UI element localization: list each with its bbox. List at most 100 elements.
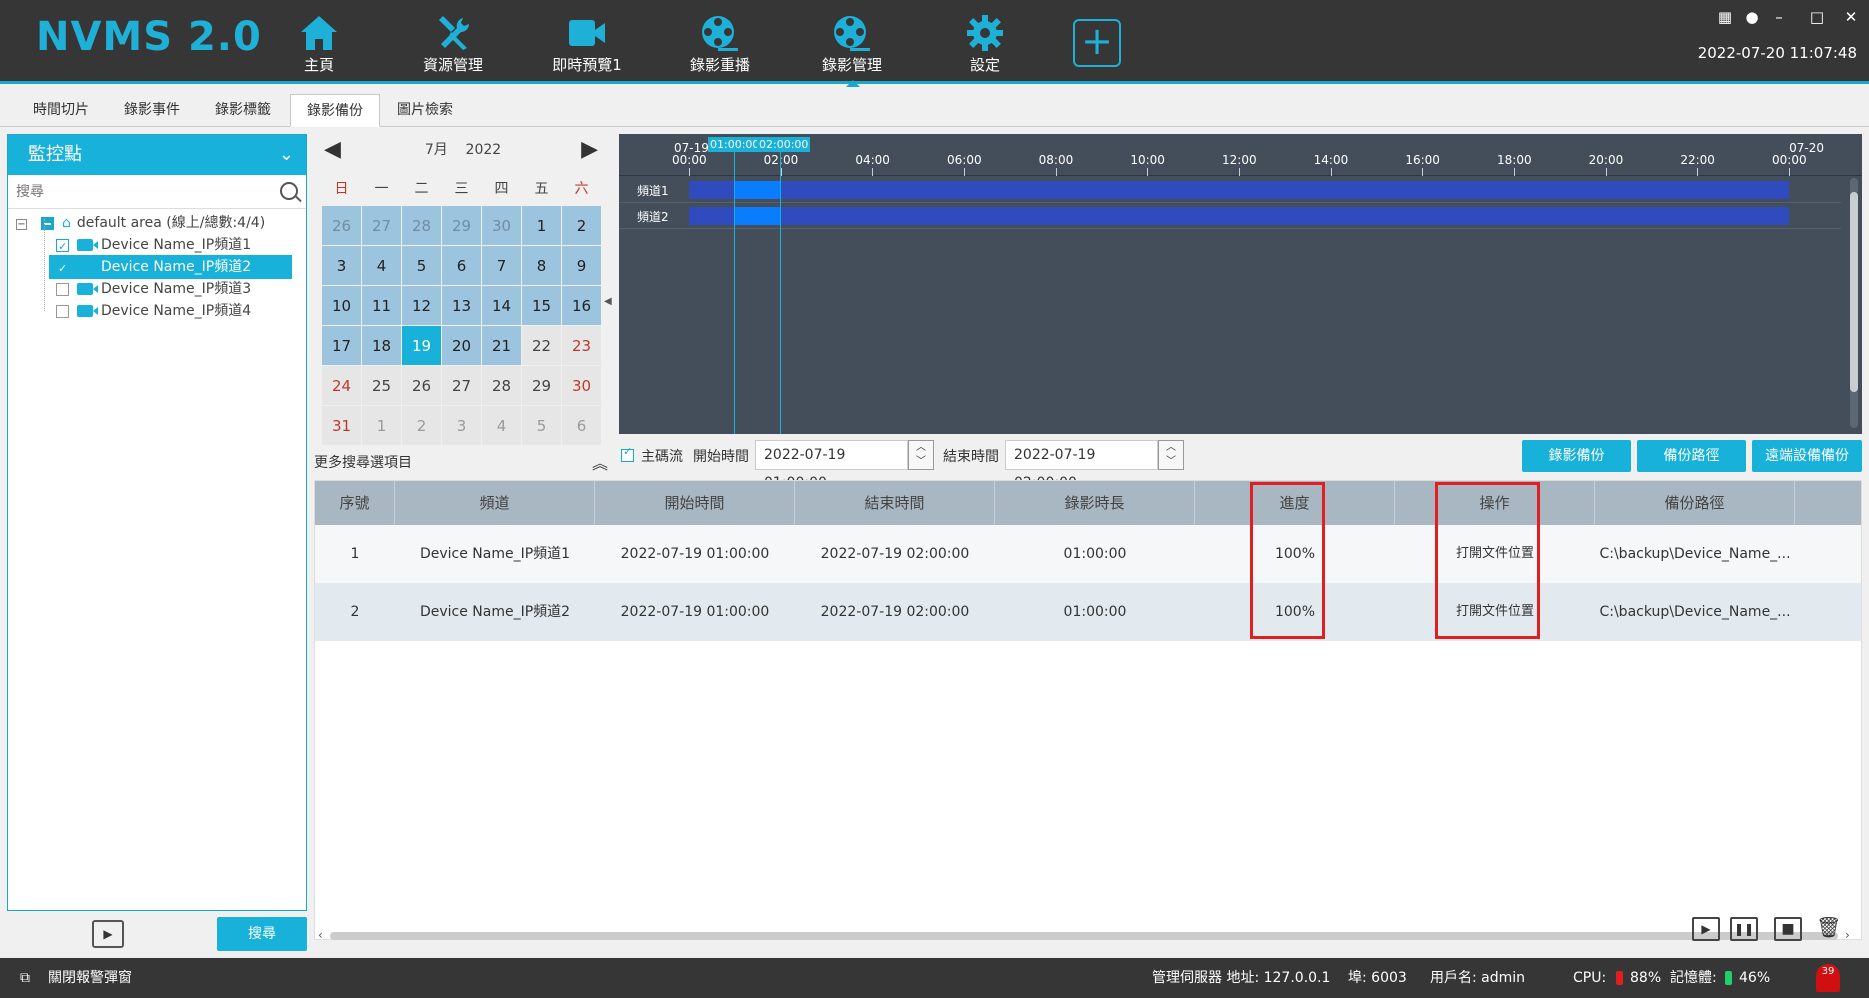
scroll-right-icon[interactable]: › [1845,928,1850,942]
calendar-day[interactable]: 8 [522,246,562,286]
nav-home[interactable]: 主頁 [254,10,384,76]
calendar-day[interactable]: 1 [362,406,402,446]
calendar-day[interactable]: 17 [322,326,362,366]
calendar-day[interactable]: 19 [402,326,442,366]
device-checkbox-4[interactable] [56,304,69,318]
calendar-day[interactable]: 24 [322,366,362,406]
calendar-day[interactable]: 16 [562,286,602,326]
tab-record-event[interactable]: 錄影事件 [108,94,196,127]
calendar-day[interactable]: 4 [362,246,402,286]
backup-path-button[interactable]: 備份路徑 [1637,440,1746,472]
timeline-row-1[interactable]: 頻道1 [619,178,1841,203]
calendar-day[interactable]: 30 [562,366,602,406]
calendar-day[interactable]: 25 [362,366,402,406]
nav-record-mgmt[interactable]: 錄影管理 [787,10,917,89]
calendar-day[interactable]: 12 [402,286,442,326]
tab-image-search[interactable]: 圖片檢索 [381,94,469,127]
col-header-index[interactable]: 序號 [315,481,395,525]
search-button[interactable]: 搜尋 [217,917,307,951]
calendar-day[interactable]: 2 [562,206,602,246]
calendar-day[interactable]: 6 [562,406,602,446]
chevron-down-icon[interactable]: ﹀ [909,455,933,469]
chevron-up-icon[interactable]: ︿ [909,441,933,455]
grid-layout-icon[interactable]: ▦ [1714,8,1736,26]
chevron-up-icon[interactable]: ︿ [1159,441,1183,455]
playback-window-icon[interactable]: ▶ [92,920,124,948]
record-backup-button[interactable]: 錄影備份 [1522,440,1631,472]
alarm-bell-icon[interactable]: 39 [1816,964,1840,992]
start-time-stepper[interactable]: ︿ ﹀ [908,440,934,470]
calendar-day[interactable]: 10 [322,286,362,326]
delete-icon[interactable]: 🗑 [1816,915,1841,941]
device-search-input[interactable] [16,184,266,200]
panel-header[interactable]: 監控點 ⌄ [8,135,306,175]
calendar-day[interactable]: 23 [562,326,602,366]
end-time-input[interactable]: 2022-07-19 02:00:00 [1005,440,1158,491]
calendar-day[interactable]: 20 [442,326,482,366]
calendar-day[interactable]: 26 [402,366,442,406]
end-time-stepper[interactable]: ︿ ﹀ [1158,440,1184,470]
user-icon[interactable]: ● [1741,8,1763,26]
calendar-day[interactable]: 22 [522,326,562,366]
minimize-icon[interactable]: – [1768,8,1790,26]
tab-record-tag[interactable]: 錄影標籤 [199,94,287,127]
maximize-icon[interactable]: □ [1806,8,1828,26]
calendar-day[interactable]: 27 [362,206,402,246]
col-header-start[interactable]: 開始時間 [595,481,795,525]
timeline-row-2[interactable]: 頻道2 [619,204,1841,229]
calendar-day[interactable]: 14 [482,286,522,326]
calendar-day[interactable]: 5 [402,246,442,286]
collapse-calendar-icon[interactable]: ◀ [604,296,612,307]
calendar-day[interactable]: 28 [482,366,522,406]
collapse-up-icon[interactable]: ︽ [592,450,608,474]
calendar-day[interactable]: 11 [362,286,402,326]
stop-icon[interactable]: ■ [1774,917,1802,941]
timeline-scrollbar[interactable] [1850,178,1858,428]
range-end-line[interactable] [780,152,781,434]
col-header-duration[interactable]: 錄影時長 [995,481,1195,525]
nav-settings[interactable]: 設定 [920,10,1050,76]
calendar-day[interactable]: 26 [322,206,362,246]
tab-record-backup[interactable]: 錄影備份 [290,94,380,127]
timeline-ruler[interactable]: 07-19 07-20 00:0002:0004:0006:0008:0010:… [619,134,1862,176]
chevron-down-icon[interactable]: ⌄ [279,135,294,175]
tree-device-4[interactable]: Device Name_IP頻道4 [56,299,251,323]
col-header-path[interactable]: 備份路徑 [1595,481,1795,525]
start-time-input[interactable]: 2022-07-19 01:00:00 [755,440,908,491]
window-icon[interactable]: ⧉ [20,958,30,998]
next-month-icon[interactable]: ▶ [581,134,598,166]
calendar-day[interactable]: 1 [522,206,562,246]
calendar-day[interactable]: 27 [442,366,482,406]
table-hscrollbar[interactable] [330,932,1838,940]
calendar-day[interactable]: 29 [522,366,562,406]
collapse-icon[interactable]: − [16,219,27,230]
col-header-end[interactable]: 結束時間 [795,481,995,525]
calendar-day[interactable]: 9 [562,246,602,286]
chevron-down-icon[interactable]: ﹀ [1159,455,1183,469]
device-checkbox-2[interactable]: ✓ [56,260,69,275]
more-search-options[interactable]: 更多搜尋選項目 [314,452,412,472]
device-checkbox-1[interactable] [56,235,69,259]
root-checkbox[interactable] [41,216,54,230]
calendar-day[interactable]: 30 [482,206,522,246]
remote-backup-button[interactable]: 遠端設備備份 [1752,440,1862,472]
nav-resource[interactable]: 資源管理 [388,10,518,76]
calendar-day[interactable]: 29 [442,206,482,246]
pause-icon[interactable]: ❚❚ [1730,917,1758,941]
calendar-day[interactable]: 3 [442,406,482,446]
tree-device-3[interactable]: Device Name_IP頻道3 [56,277,251,301]
calendar-day[interactable]: 7 [482,246,522,286]
close-alarm-popup[interactable]: 關閉報警彈窗 [48,958,132,998]
calendar-day[interactable]: 5 [522,406,562,446]
range-start-line[interactable] [734,152,735,434]
calendar-day[interactable]: 2 [402,406,442,446]
table-row[interactable]: 1 Device Name_IP頻道1 2022-07-19 01:00:00 … [315,525,1861,583]
calendar-day[interactable]: 18 [362,326,402,366]
device-checkbox-3[interactable] [56,282,69,296]
tab-time-slice[interactable]: 時間切片 [17,94,105,127]
calendar-day[interactable]: 3 [322,246,362,286]
prev-month-icon[interactable]: ◀ [324,134,341,166]
tree-root[interactable]: − ⌂ default area (線上/總數:4/4) [16,211,265,235]
main-stream-checkbox[interactable] [621,445,634,462]
tree-device-1[interactable]: Device Name_IP頻道1 [56,233,251,259]
